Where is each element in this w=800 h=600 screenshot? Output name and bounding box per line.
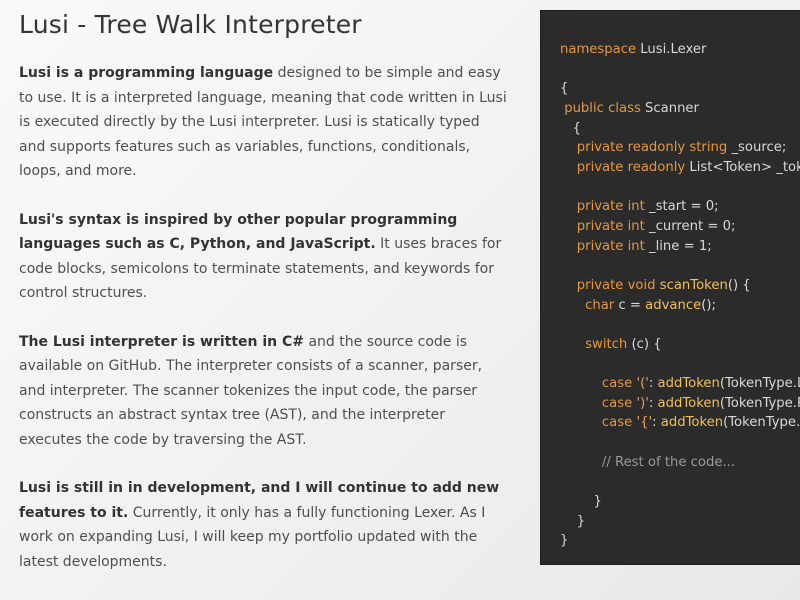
code-token: private void (576, 277, 656, 293)
code-line: namespace Lusi.Lexer (560, 42, 706, 57)
code-token: _line = 1; (644, 238, 712, 254)
code-token: case (601, 376, 633, 392)
code-token: : (648, 376, 658, 392)
code-token: private int (576, 218, 645, 234)
code-line: case '(': addToken(TokenType.LEFT_PAREN)… (560, 376, 800, 391)
code-line: case '{': addToken(TokenType.LEFT_BRACE)… (560, 415, 800, 430)
code-token: } (560, 513, 586, 529)
code-line: char c = advance(); (560, 298, 716, 313)
code-token: : (648, 395, 658, 411)
code-line: } (560, 494, 602, 509)
code-token: _start = 0; (644, 199, 719, 215)
code-token: (TokenType.RIGHT_PAREN); break; (719, 395, 800, 411)
code-token: } (560, 494, 602, 510)
code-token: } (560, 533, 569, 549)
code-token: Lusi.Lexer (636, 42, 707, 57)
paragraph-interpreter-text: and the source code is available on GitH… (19, 333, 483, 448)
paragraph-intro: Lusi is a programming language designed … (19, 61, 509, 184)
page-title: Lusi - Tree Walk Interpreter (19, 10, 362, 39)
code-line: private readonly List<Token> _tokens (560, 160, 800, 175)
code-line: private int _current = 0; (560, 218, 736, 234)
code-token: scanToken (659, 277, 728, 293)
paragraph-development: Lusi is still in in development, and I w… (19, 476, 509, 574)
code-token: addToken (657, 395, 720, 411)
code-line: } (560, 514, 585, 529)
code-token: private int (576, 199, 645, 215)
code-line: case ')': addToken(TokenType.RIGHT_PAREN… (560, 396, 800, 411)
code-line: private void scanToken() { (560, 278, 751, 293)
code-line: private int _line = 1; (560, 239, 712, 254)
code-line: } (560, 533, 568, 548)
code-token: // Rest of the code... (601, 454, 736, 470)
code-token: c = (614, 297, 646, 313)
code-token: '(' (636, 376, 649, 392)
code-token: Scanner (640, 100, 699, 116)
code-token: _current = 0; (644, 218, 736, 234)
code-token: namespace (560, 42, 637, 57)
code-token: case (601, 395, 633, 411)
code-token: (TokenType.LEFT_PAREN); break; (719, 376, 800, 392)
code-line: public class Scanner (560, 101, 699, 116)
code-token: (c) { (627, 336, 662, 352)
code-token: { (560, 120, 581, 136)
paragraph-interpreter-bold: The Lusi interpreter is written in C# (19, 333, 305, 350)
paragraph-intro-text: designed to be simple and easy to use. I… (19, 65, 507, 179)
code-token: List<Token> _tokens (689, 159, 800, 175)
code-token: private readonly string (576, 140, 728, 156)
code-token: '{' (636, 415, 653, 431)
code-line: private int _start = 0; (560, 199, 719, 214)
code-token: () { (727, 277, 751, 293)
code-token: switch (585, 336, 628, 352)
code-snippet-panel: namespace Lusi.Lexer { public class Scan… (540, 10, 800, 565)
code-token: addToken (657, 376, 720, 392)
code-block: namespace Lusi.Lexer { public class Scan… (541, 11, 800, 551)
code-token: private int (576, 238, 645, 254)
code-token: { (560, 81, 569, 97)
code-token: (); (701, 297, 716, 313)
code-line: { (560, 81, 568, 96)
code-line: { (560, 121, 581, 136)
code-token: ')' (636, 395, 649, 411)
code-token: case (601, 415, 633, 431)
paragraph-intro-bold: Lusi is a programming language (19, 65, 274, 81)
code-token: private readonly (576, 159, 686, 175)
code-line: private readonly string _source; (560, 140, 787, 156)
code-line: switch (c) { (560, 336, 662, 352)
code-line: // Rest of the code... (560, 455, 735, 470)
code-token: advance (645, 297, 702, 313)
paragraph-syntax: Lusi's syntax is inspired by other popul… (19, 208, 509, 306)
code-token: _source; (727, 140, 787, 156)
code-token: char (585, 297, 615, 313)
code-token: (TokenType.LEFT_BRACE); break; (723, 415, 800, 431)
code-token: public class (564, 100, 641, 116)
description-content: Lusi is a programming language designed … (19, 61, 509, 598)
code-token: : (652, 415, 661, 431)
code-token: addToken (660, 415, 724, 431)
paragraph-interpreter: The Lusi interpreter is written in C# an… (19, 330, 509, 453)
